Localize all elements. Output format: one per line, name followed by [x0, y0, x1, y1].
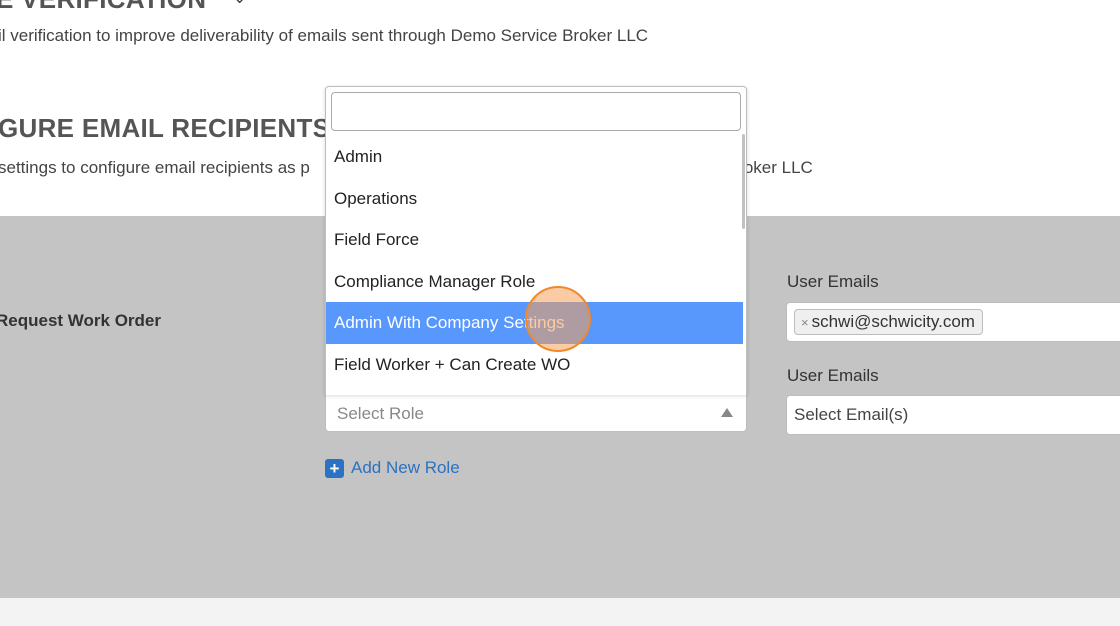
role-option[interactable]: Field Worker + Can Create WO: [326, 344, 743, 386]
footer-strip: [0, 598, 1120, 626]
row-label: Request Work Order: [0, 311, 162, 330]
remove-tag-icon[interactable]: ×: [801, 315, 809, 330]
description-left: settings to configure email recipients a…: [0, 158, 310, 177]
role-select-placeholder: Select Role: [337, 404, 424, 423]
section-title: GURE EMAIL RECIPIENTS: [0, 113, 331, 143]
role-options-list: Admin Operations Field Force Compliance …: [326, 136, 743, 386]
email-placeholder: Select Email(s): [794, 405, 909, 424]
plus-square-icon: +: [325, 458, 344, 478]
user-emails-label: User Emails: [787, 272, 879, 291]
email-tag: × schwi@schwicity.com: [794, 309, 983, 335]
add-new-role-link[interactable]: + Add New Role: [325, 458, 460, 478]
section-description: il verification to improve deliverabilit…: [0, 26, 649, 45]
dropdown-scrollbar[interactable]: [742, 134, 745, 229]
email-verification-section: E VERIFICATION ⌄ il verification to impr…: [0, 0, 1120, 83]
role-dropdown: Admin Operations Field Force Compliance …: [325, 86, 747, 395]
role-option-highlighted[interactable]: Admin With Company Settings: [326, 302, 743, 344]
section-title: E VERIFICATION: [0, 0, 206, 15]
user-emails-field[interactable]: Select Email(s): [786, 395, 1120, 435]
role-option[interactable]: Admin: [326, 136, 743, 178]
email-tag-label: schwi@schwicity.com: [811, 312, 975, 331]
role-option[interactable]: Field Force: [326, 219, 743, 261]
chevron-down-icon[interactable]: ⌄: [233, 0, 246, 8]
user-emails-label: User Emails: [787, 366, 879, 385]
role-option[interactable]: Compliance Manager Role: [326, 261, 743, 303]
dropdown-search-input[interactable]: [331, 92, 741, 131]
role-select[interactable]: Select Role: [325, 395, 747, 432]
add-new-role-label: Add New Role: [351, 458, 460, 477]
user-emails-field[interactable]: × schwi@schwicity.com: [786, 302, 1120, 342]
triangle-up-icon: [721, 408, 733, 417]
role-option[interactable]: Operations: [326, 178, 743, 220]
